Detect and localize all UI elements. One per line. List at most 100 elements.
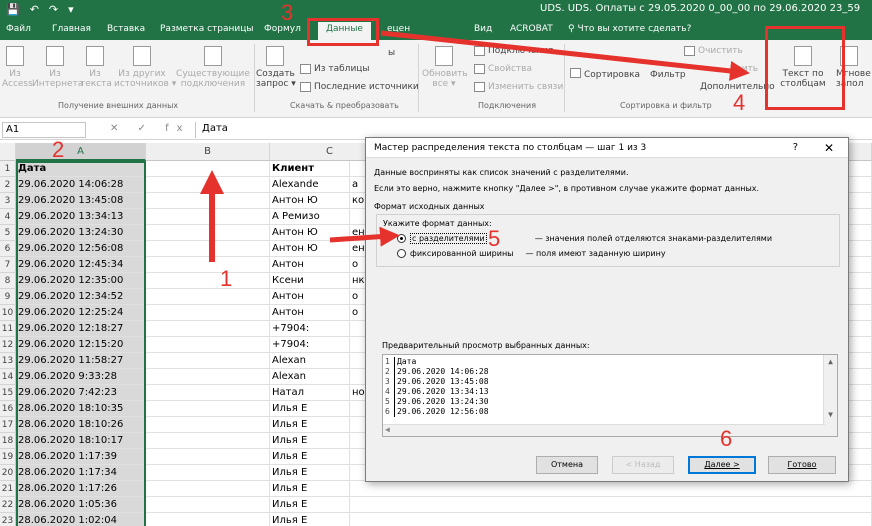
row-header[interactable]: 16 [0, 401, 16, 417]
cell-c[interactable]: +7904: [270, 337, 350, 353]
select-all-corner[interactable] [0, 143, 16, 161]
data-preview[interactable]: 1 Дата 2 29.06.2020 14:06:28 3 29.06.2020 13:… [382, 354, 838, 437]
cell-b[interactable] [146, 417, 270, 433]
cell-b[interactable] [146, 209, 270, 225]
fixed-width-radio[interactable]: фиксированной ширины — поля имеют заданн… [397, 249, 666, 258]
edit-links-button[interactable]: Изменить связи [474, 82, 563, 92]
show-queries-button[interactable]: ы [388, 48, 395, 58]
from-other-sources-button[interactable]: Из других источников ▾ [114, 46, 176, 89]
cell-a[interactable]: 28.06.2020 1:17:26 [16, 481, 146, 497]
existing-connections-button[interactable]: Существующие подключения [174, 46, 252, 89]
cell-a[interactable]: 29.06.2020 12:15:20 [16, 337, 146, 353]
save-icon[interactable]: 💾 [6, 3, 20, 16]
tab-insert[interactable]: Вставка [107, 24, 145, 34]
undo-icon[interactable]: ↶ [30, 3, 39, 16]
sort-az-icon[interactable] [570, 68, 581, 78]
cell-b[interactable] [146, 305, 270, 321]
next-button[interactable]: Далее > [688, 456, 756, 474]
row-header[interactable]: 3 [0, 193, 16, 209]
cell-c[interactable]: Илья Е [270, 513, 350, 526]
cell-b[interactable] [146, 481, 270, 497]
cell-c[interactable]: Alexande [270, 177, 350, 193]
row-header[interactable]: 1 [0, 161, 16, 177]
row-header[interactable]: 8 [0, 273, 16, 289]
cell-a[interactable]: 28.06.2020 18:10:26 [16, 417, 146, 433]
cancel-button[interactable]: Отмена [536, 456, 598, 474]
cell-a[interactable]: 29.06.2020 12:25:24 [16, 305, 146, 321]
cell-c[interactable]: Антон [270, 289, 350, 305]
cell-a[interactable]: 29.06.2020 12:45:34 [16, 257, 146, 273]
cell-a[interactable]: 29.06.2020 9:33:28 [16, 369, 146, 385]
cell-b[interactable] [146, 497, 270, 513]
preview-horizontal-scrollbar[interactable]: ◀ [383, 424, 825, 436]
text-to-columns-button[interactable]: Текст по столбцам [776, 46, 830, 89]
scroll-down-icon[interactable]: ▼ [824, 410, 837, 419]
cell-a[interactable]: 28.06.2020 1:17:39 [16, 449, 146, 465]
back-button[interactable]: < Назад [612, 456, 674, 474]
cell-b[interactable] [146, 289, 270, 305]
cell-b[interactable] [146, 433, 270, 449]
cell-c[interactable]: +7904: [270, 321, 350, 337]
cell-b[interactable] [146, 161, 270, 177]
cell-c[interactable]: Илья Е [270, 401, 350, 417]
tab-file[interactable]: Файл [6, 24, 31, 34]
cell-a[interactable]: 29.06.2020 12:35:00 [16, 273, 146, 289]
cell-a[interactable]: 28.06.2020 1:05:36 [16, 497, 146, 513]
formula-input[interactable]: Дата [195, 122, 865, 138]
cell-c[interactable]: Антон Ю [270, 193, 350, 209]
row-header[interactable]: 4 [0, 209, 16, 225]
row-header[interactable]: 9 [0, 289, 16, 305]
cell-a[interactable]: 29.06.2020 12:34:52 [16, 289, 146, 305]
row-header[interactable]: 20 [0, 465, 16, 481]
help-icon[interactable]: ? [793, 138, 798, 158]
name-box[interactable]: A1 [2, 122, 86, 138]
row-header[interactable]: 7 [0, 257, 16, 273]
row-header[interactable]: 18 [0, 433, 16, 449]
cell-a[interactable]: 29.06.2020 11:58:27 [16, 353, 146, 369]
scroll-up-icon[interactable]: ▲ [824, 357, 837, 366]
new-query-button[interactable]: Создать запрос ▾ [256, 46, 296, 89]
cell-a[interactable]: 29.06.2020 13:34:13 [16, 209, 146, 225]
cell-b[interactable] [146, 193, 270, 209]
cell-c[interactable]: Илья Е [270, 481, 350, 497]
from-web-button[interactable]: Из Интернета [32, 46, 83, 89]
formula-controls[interactable]: ✕ ✓ fx [110, 123, 191, 134]
row-header[interactable]: 19 [0, 449, 16, 465]
cell-b[interactable] [146, 513, 270, 526]
redo-icon[interactable]: ↷ [49, 3, 58, 16]
cell-c[interactable]: Антон Ю [270, 225, 350, 241]
flash-fill-button[interactable]: Мгнове запол [836, 46, 872, 89]
recent-sources-button[interactable]: Последние источники [300, 82, 419, 92]
filter-button[interactable]: Фильтр [650, 70, 686, 80]
cell-c[interactable]: Ксени [270, 273, 350, 289]
row-header[interactable]: 14 [0, 369, 16, 385]
cell-b[interactable] [146, 465, 270, 481]
cell-c[interactable]: Антон [270, 305, 350, 321]
cell-b[interactable] [146, 225, 270, 241]
tab-page-layout[interactable]: Разметка страницы [160, 24, 254, 34]
tab-review[interactable]: ецен [387, 24, 410, 34]
tab-formulas[interactable]: Формул [264, 24, 301, 34]
cell-b[interactable] [146, 273, 270, 289]
tab-home[interactable]: Главная [52, 24, 91, 34]
cell-a[interactable]: 29.06.2020 12:56:08 [16, 241, 146, 257]
cell-rest[interactable] [350, 513, 872, 526]
cell-c[interactable]: А Ремизо [270, 209, 350, 225]
cell-c[interactable]: Илья Е [270, 449, 350, 465]
cell-c[interactable]: Илья Е [270, 417, 350, 433]
cell-b[interactable] [146, 385, 270, 401]
customize-qat-icon[interactable]: ▾ [68, 3, 74, 16]
row-header[interactable]: 10 [0, 305, 16, 321]
row-header[interactable]: 11 [0, 321, 16, 337]
row-header[interactable]: 2 [0, 177, 16, 193]
row-header[interactable]: 21 [0, 481, 16, 497]
from-table-button[interactable]: Из таблицы [300, 64, 370, 74]
cell-a[interactable]: Дата [16, 161, 146, 177]
from-access-button[interactable]: Из Access [2, 46, 33, 89]
column-header-b[interactable]: B [146, 143, 270, 161]
cell-b[interactable] [146, 257, 270, 273]
cell-c[interactable]: Илья Е [270, 497, 350, 513]
finish-button[interactable]: Готово [768, 456, 836, 474]
cell-a[interactable]: 29.06.2020 7:42:23 [16, 385, 146, 401]
cell-b[interactable] [146, 369, 270, 385]
